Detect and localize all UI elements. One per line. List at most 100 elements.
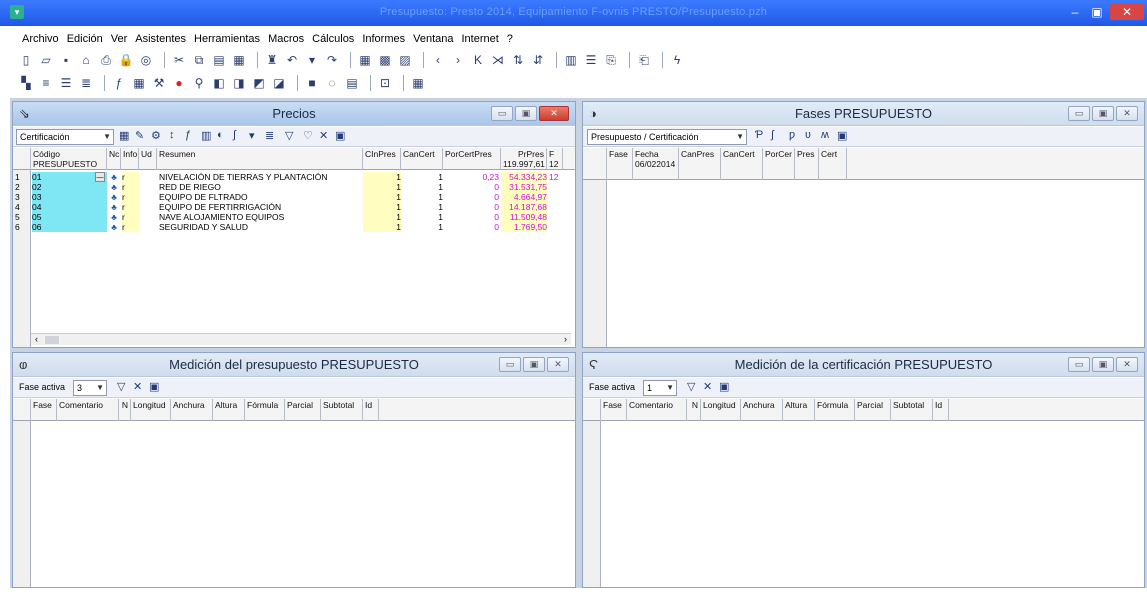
cell-porcertpres[interactable]: 0 xyxy=(443,202,499,212)
chart-icon[interactable]: ⚒ xyxy=(151,75,167,91)
cell-ud[interactable] xyxy=(140,182,157,192)
col-ud[interactable]: Ud xyxy=(139,148,157,170)
scroll-left-icon[interactable]: ‹ xyxy=(35,334,38,344)
nav-next-icon[interactable]: › xyxy=(450,52,466,68)
align-right-icon[interactable]: ≣ xyxy=(78,75,94,91)
win-close-button[interactable]: ✕ xyxy=(539,106,569,121)
menu-item-c-lculos[interactable]: Cálculos xyxy=(312,28,354,50)
calc-icon[interactable]: ▦ xyxy=(131,75,147,91)
menu-item-edici-n[interactable]: Edición xyxy=(67,28,103,50)
row-number[interactable]: 3 xyxy=(15,192,29,202)
menu-item-internet[interactable]: Internet xyxy=(461,28,498,50)
col-porcer[interactable]: PorCer xyxy=(763,148,795,180)
win-restore-button[interactable]: ▣ xyxy=(515,106,537,121)
cell-codigo[interactable]: 04 xyxy=(32,202,107,212)
col-canpres[interactable]: CInPres xyxy=(363,148,401,170)
row-number[interactable]: 4 xyxy=(15,202,29,212)
stack2-icon[interactable]: ◨ xyxy=(231,75,247,91)
menu-item-macros[interactable]: Macros xyxy=(268,28,304,50)
cell-cancert[interactable]: 1 xyxy=(401,192,443,202)
dropdown-icon[interactable]: ▾ xyxy=(249,129,255,142)
cell-prpres[interactable]: 54.334,23 xyxy=(501,172,547,182)
win-minimize-button[interactable]: ▭ xyxy=(499,357,521,372)
fase-activa-select[interactable]: 1 ▼ xyxy=(643,380,677,396)
col-comentario[interactable]: Comentario xyxy=(627,399,687,421)
import-icon[interactable]: ⎗ xyxy=(636,52,652,68)
col-id[interactable]: Id xyxy=(363,399,379,421)
cell-info[interactable]: r xyxy=(122,212,139,222)
cell-info[interactable]: r xyxy=(122,182,139,192)
cell-porcertpres[interactable]: 0 xyxy=(443,212,499,222)
cell-resumen[interactable]: EQUIPO DE FLTRADO xyxy=(159,192,361,202)
sheet-icon[interactable]: ▤ xyxy=(344,75,360,91)
nav-prev-icon[interactable]: ‹ xyxy=(430,52,446,68)
table-row[interactable]: 2 02 ♣ r RED DE RIEGO 1 1 0 31.531,75 xyxy=(13,182,573,192)
cell-ud[interactable] xyxy=(140,202,157,212)
u-icon[interactable]: ʋ xyxy=(805,129,811,141)
stack4-icon[interactable]: ◪ xyxy=(271,75,287,91)
help-icon[interactable]: ϟ xyxy=(669,52,685,68)
red-dot-icon[interactable]: ● xyxy=(171,75,187,91)
cell-f[interactable]: 12 xyxy=(549,172,563,182)
col-comentario[interactable]: Comentario xyxy=(57,399,119,421)
win-restore-button[interactable]: ▣ xyxy=(1092,357,1114,372)
col-id[interactable]: Id xyxy=(933,399,949,421)
sheet2-icon[interactable]: ⊡ xyxy=(377,75,393,91)
cell-resumen[interactable]: SEGURIDAD Y SALUD xyxy=(159,222,361,232)
home-icon[interactable]: ⌂ xyxy=(78,52,94,68)
cell-prpres[interactable]: 31.531,75 xyxy=(501,182,547,192)
table-row[interactable]: 3 03 ♣ r EQUIPO DE FLTRADO 1 1 0 4.664,97 xyxy=(13,192,573,202)
col-anchura[interactable]: Anchura xyxy=(741,399,783,421)
delete-row-icon[interactable]: ▨ xyxy=(397,52,413,68)
close-grid-icon[interactable]: ▩ xyxy=(377,52,393,68)
cell-info[interactable]: r xyxy=(122,172,139,182)
menu-item-archivo[interactable]: Archivo xyxy=(22,28,59,50)
col-n[interactable]: N xyxy=(119,399,131,421)
table-row[interactable]: 4 04 ♣ r EQUIPO DE FERTIRRIGACIÓN 1 1 0 14.187,6… xyxy=(13,202,573,212)
cell-ud[interactable] xyxy=(140,192,157,202)
col-altura[interactable]: Altura xyxy=(783,399,815,421)
col-longitud[interactable]: Longitud xyxy=(131,399,171,421)
table-icon[interactable]: ▥ xyxy=(563,52,579,68)
win-close-button[interactable]: ✕ xyxy=(1116,357,1138,372)
row-number[interactable]: 5 xyxy=(15,212,29,222)
col-cert[interactable]: Cert xyxy=(819,148,847,180)
fase-activa-select[interactable]: 3 ▼ xyxy=(73,380,107,396)
preview-icon[interactable]: ◎ xyxy=(138,52,154,68)
col-parcial[interactable]: Parcial xyxy=(285,399,321,421)
cell-codigo[interactable]: 03 xyxy=(32,192,107,202)
col-anchura[interactable]: Anchura xyxy=(171,399,213,421)
col-cancert[interactable]: CanCert xyxy=(401,148,443,170)
stack3-icon[interactable]: ◩ xyxy=(251,75,267,91)
nav-first-icon[interactable]: K xyxy=(470,52,486,68)
cross-filter-icon[interactable]: ✕ xyxy=(703,380,712,393)
cell-ud[interactable] xyxy=(140,172,157,182)
open-folder-icon[interactable]: ▱ xyxy=(38,52,54,68)
win-minimize-button[interactable]: ▭ xyxy=(1068,357,1090,372)
row-number[interactable]: 2 xyxy=(15,182,29,192)
col-nc[interactable]: Nc xyxy=(107,148,121,170)
close-button[interactable]: ✕ xyxy=(1110,4,1144,20)
col-f[interactable]: F 12 xyxy=(547,148,563,170)
cell-resumen[interactable]: NIVELACIÓN DE TIERRAS Y PLANTACIÓN xyxy=(159,172,361,182)
stack-icon[interactable]: ◧ xyxy=(211,75,227,91)
redo-icon[interactable]: ↷ xyxy=(324,52,340,68)
scroll-right-icon[interactable]: › xyxy=(564,334,567,344)
copy-icon[interactable]: ⧉ xyxy=(191,52,207,68)
cut-icon[interactable]: ✂ xyxy=(171,52,187,68)
cell-codigo[interactable]: 06 xyxy=(32,222,107,232)
cell-canpres[interactable]: 1 xyxy=(363,182,401,192)
cell-codigo[interactable]: 05 xyxy=(32,212,107,222)
cell-cancert[interactable]: 1 xyxy=(401,182,443,192)
block-icon[interactable]: ■ xyxy=(304,75,320,91)
col-cancert[interactable]: CanCert xyxy=(721,148,763,180)
cross-filter-icon[interactable]: ✕ xyxy=(319,129,328,142)
align-left-icon[interactable]: ≡ xyxy=(38,75,54,91)
minimize-button[interactable]: – xyxy=(1064,4,1086,20)
col-codigo[interactable]: Código PRESUPUESTO xyxy=(31,148,107,170)
columns-icon[interactable]: ☰ xyxy=(583,52,599,68)
new-doc-icon[interactable]: ▯ xyxy=(18,52,34,68)
cell-f[interactable] xyxy=(549,202,563,212)
sort-asc-icon[interactable]: ⇅ xyxy=(510,52,526,68)
cell-codigo[interactable]: 02 xyxy=(32,182,107,192)
